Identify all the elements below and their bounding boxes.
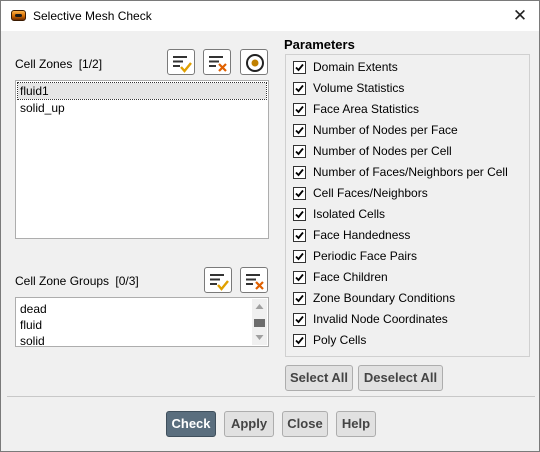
list-item[interactable]: solid: [18, 333, 248, 346]
list-item[interactable]: fluid: [18, 317, 248, 333]
checkbox-label: Face Area Statistics: [313, 102, 420, 116]
checkmark-icon: [295, 210, 304, 219]
checkmark-icon: [295, 84, 304, 93]
select-all-list-icon: [173, 56, 192, 73]
checkbox-label: Number of Nodes per Face: [313, 123, 458, 137]
cell-zone-groups-count: [0/3]: [115, 274, 139, 288]
list-item[interactable]: solid_up: [18, 100, 266, 116]
checkmark-icon: [295, 231, 304, 240]
checkmark-icon: [295, 273, 304, 282]
checkmark-icon: [295, 252, 304, 261]
checkmark-icon: [295, 315, 304, 324]
deselect-all-zones-button[interactable]: [203, 49, 231, 75]
select-all-list-icon: [210, 274, 229, 291]
checkbox[interactable]: [293, 229, 306, 242]
checkmark-icon: [295, 63, 304, 72]
checkbox[interactable]: [293, 271, 306, 284]
close-button[interactable]: Close: [282, 411, 328, 437]
checkbox-label: Number of Nodes per Cell: [313, 144, 452, 158]
checkbox[interactable]: [293, 313, 306, 326]
help-button[interactable]: Help: [336, 411, 376, 437]
checkmark-icon: [295, 336, 304, 345]
window-title: Selective Mesh Check: [33, 9, 152, 23]
scroll-down-arrow-icon[interactable]: [252, 330, 267, 345]
highlight-zones-button[interactable]: [240, 49, 268, 75]
checkbox-label: Volume Statistics: [313, 81, 405, 95]
cell-zone-groups-header: Cell Zone Groups [0/3]: [15, 274, 139, 288]
checkbox[interactable]: [293, 208, 306, 221]
list-item[interactable]: fluid1: [17, 82, 267, 100]
select-all-groups-button[interactable]: [204, 267, 232, 293]
cell-zones-list[interactable]: fluid1 solid_up: [15, 80, 269, 239]
checkmark-icon: [295, 147, 304, 156]
checkbox-label: Invalid Node Coordinates: [313, 312, 448, 326]
checkbox[interactable]: [293, 250, 306, 263]
checkbox[interactable]: [293, 103, 306, 116]
deselect-all-groups-button[interactable]: [240, 267, 268, 293]
checkbox[interactable]: [293, 124, 306, 137]
deselect-all-button[interactable]: Deselect All: [358, 365, 443, 391]
check-button[interactable]: Check: [166, 411, 216, 437]
close-icon[interactable]: ✕: [509, 5, 531, 27]
checkmark-icon: [295, 105, 304, 114]
checkbox-label: Number of Faces/Neighbors per Cell: [313, 165, 508, 179]
checkbox[interactable]: [293, 187, 306, 200]
scroll-thumb[interactable]: [254, 319, 265, 327]
fluent-app-icon: [11, 10, 26, 21]
checkbox[interactable]: [293, 334, 306, 347]
cell-zone-groups-list[interactable]: dead fluid solid: [15, 297, 269, 347]
checkbox-label: Periodic Face Pairs: [313, 249, 418, 263]
select-all-button[interactable]: Select All: [285, 365, 353, 391]
checkbox[interactable]: [293, 166, 306, 179]
checkbox-label: Face Children: [313, 270, 388, 284]
list-item[interactable]: dead: [18, 301, 248, 317]
deselect-all-list-icon: [246, 274, 264, 290]
checkbox-label: Domain Extents: [313, 60, 398, 74]
parameters-title: Parameters: [284, 37, 355, 52]
cell-zones-header: Cell Zones [1/2]: [15, 57, 102, 71]
checkmark-icon: [295, 126, 304, 135]
parameters-group: Domain Extents Volume Statistics Face Ar…: [285, 54, 530, 357]
checkbox[interactable]: [293, 292, 306, 305]
cell-zone-groups-label: Cell Zone Groups: [15, 274, 110, 288]
cell-zones-label: Cell Zones: [15, 57, 73, 71]
checkbox[interactable]: [293, 82, 306, 95]
checkmark-icon: [295, 168, 304, 177]
deselect-all-list-icon: [209, 56, 227, 72]
checkbox-label: Face Handedness: [313, 228, 411, 242]
checkbox-label: Isolated Cells: [313, 207, 386, 221]
scroll-up-arrow-icon[interactable]: [252, 299, 267, 314]
checkmark-icon: [295, 189, 304, 198]
checkbox-label: Poly Cells: [313, 333, 367, 347]
selective-mesh-check-dialog: Selective Mesh Check ✕ Cell Zones [1/2] …: [0, 0, 540, 452]
checkbox-label: Zone Boundary Conditions: [313, 291, 456, 305]
target-icon: [246, 54, 264, 72]
groups-scrollbar[interactable]: [252, 299, 267, 345]
title-bar: Selective Mesh Check ✕: [1, 1, 539, 31]
checkbox[interactable]: [293, 61, 306, 74]
select-all-zones-button[interactable]: [167, 49, 195, 75]
cell-zones-count: [1/2]: [78, 57, 103, 71]
checkbox[interactable]: [293, 145, 306, 158]
footer-divider: [7, 396, 535, 397]
checkbox-label: Cell Faces/Neighbors: [313, 186, 428, 200]
apply-button[interactable]: Apply: [224, 411, 274, 437]
checkmark-icon: [295, 294, 304, 303]
